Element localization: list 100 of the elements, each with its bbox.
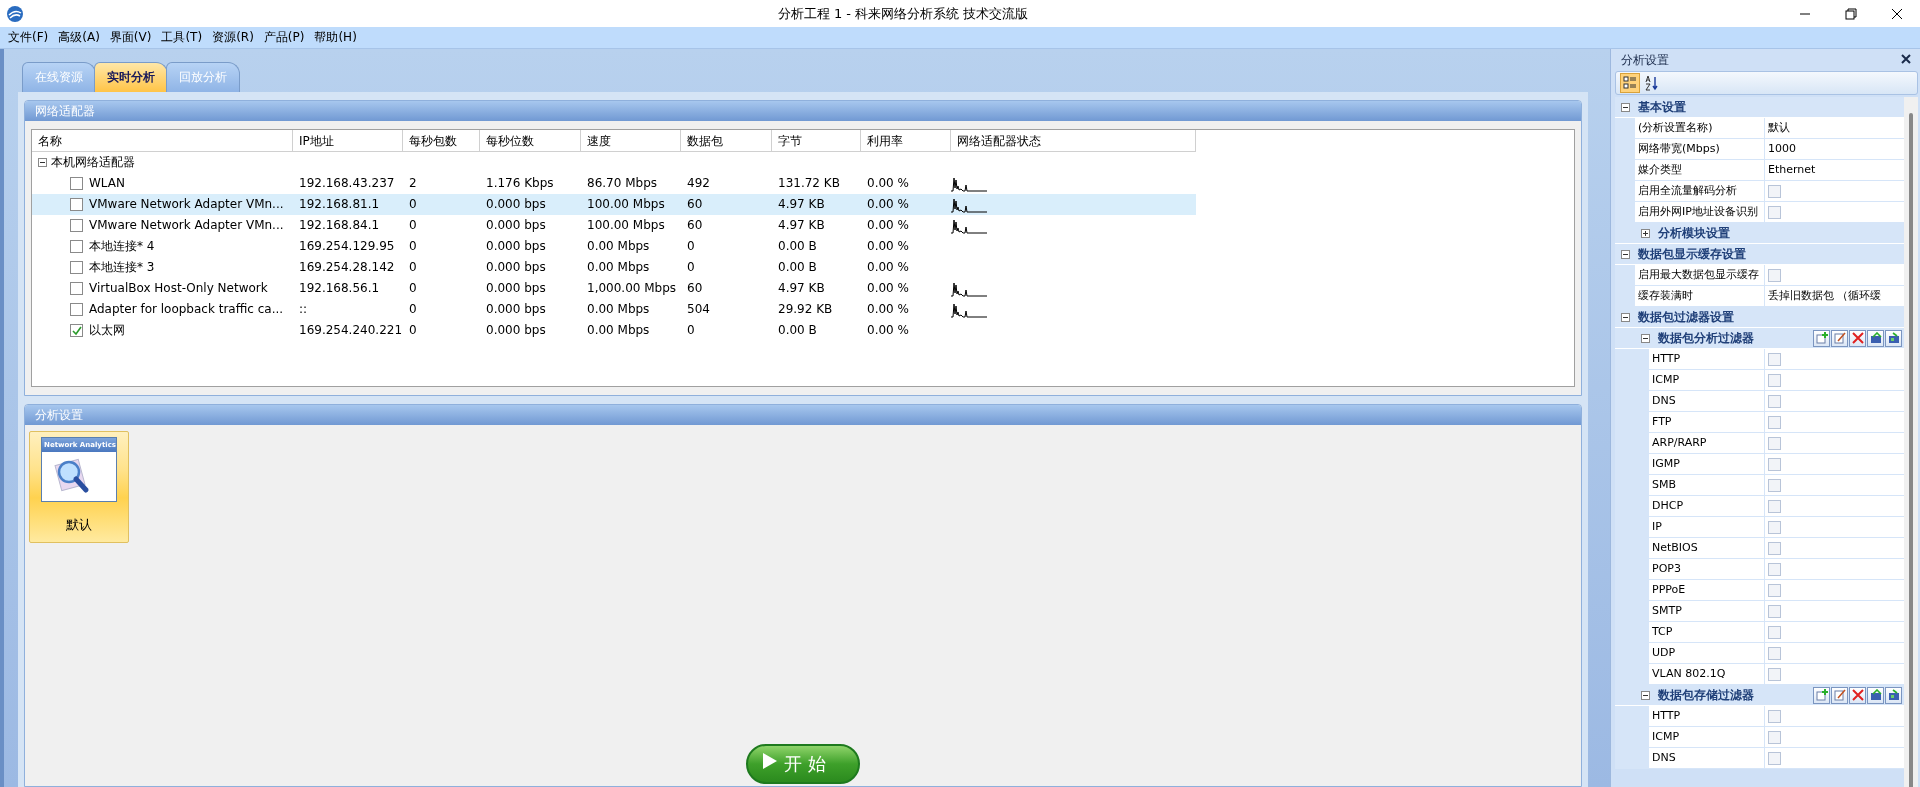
checkbox[interactable] bbox=[1768, 541, 1781, 555]
adapter-row[interactable]: VMware Network Adapter VMn... 192.168.81.1 0 0.000 bps 100.00 Mbps 60 4.97 KB 0.00 % bbox=[32, 194, 1196, 215]
property-name: SMB bbox=[1649, 475, 1765, 496]
sort-icon bbox=[1645, 75, 1659, 91]
export-icon[interactable] bbox=[1885, 686, 1902, 704]
checkbox[interactable] bbox=[1768, 394, 1781, 408]
table-cell-text: 0.00 % bbox=[866, 259, 910, 276]
import-icon[interactable] bbox=[1867, 329, 1884, 347]
column-header[interactable]: 每秒包数 bbox=[403, 130, 480, 152]
checkbox[interactable] bbox=[1768, 751, 1781, 765]
property-name: ICMP bbox=[1649, 727, 1765, 748]
checkbox[interactable] bbox=[1768, 625, 1781, 639]
checkbox[interactable] bbox=[1768, 499, 1781, 513]
table-cell-text: 0.000 bps bbox=[485, 301, 547, 318]
traffic-sparkline bbox=[951, 301, 987, 318]
collapse-icon[interactable] bbox=[1621, 249, 1630, 259]
table-cell-text: 192.168.84.1 bbox=[298, 217, 381, 234]
column-header[interactable]: 网络适配器状态 bbox=[951, 130, 1196, 152]
checkbox[interactable] bbox=[70, 219, 83, 232]
table-cell-text: 0.00 B bbox=[777, 238, 818, 255]
checkbox[interactable] bbox=[1768, 667, 1781, 681]
checkbox[interactable] bbox=[70, 198, 83, 211]
table-cell-text: 100.00 Mbps bbox=[586, 196, 666, 213]
column-header[interactable]: 字节 bbox=[772, 130, 861, 152]
menu-item[interactable]: 帮助(H) bbox=[310, 29, 361, 46]
add-icon[interactable] bbox=[1813, 686, 1830, 704]
collapse-icon[interactable] bbox=[38, 158, 47, 167]
table-cell-text: 4.97 KB bbox=[777, 280, 826, 297]
table-cell-text: 1,000.00 Mbps bbox=[586, 280, 678, 297]
checkbox[interactable] bbox=[1768, 604, 1781, 618]
checkbox[interactable] bbox=[70, 177, 83, 190]
property-name: IP bbox=[1649, 517, 1765, 538]
delete-icon[interactable] bbox=[1849, 329, 1866, 347]
property-value[interactable]: Ethernet bbox=[1765, 160, 1904, 181]
checkbox[interactable] bbox=[1768, 583, 1781, 597]
table-cell-text: 0.00 % bbox=[866, 301, 910, 318]
checkbox[interactable] bbox=[70, 240, 83, 253]
table-cell-text: 0 bbox=[686, 259, 696, 276]
checkbox[interactable] bbox=[1768, 646, 1781, 660]
table-cell-text: 60 bbox=[686, 280, 704, 297]
menu-item[interactable]: 高级(A) bbox=[54, 29, 104, 46]
menu-item[interactable]: 文件(F) bbox=[4, 29, 53, 46]
collapse-icon[interactable] bbox=[1621, 102, 1630, 112]
checkbox[interactable] bbox=[1768, 709, 1781, 723]
table-cell-text: 0.00 % bbox=[866, 322, 910, 339]
column-header[interactable]: 利用率 bbox=[861, 130, 951, 152]
collapse-icon[interactable] bbox=[1621, 312, 1630, 322]
checkbox[interactable] bbox=[70, 324, 83, 337]
tree-node-label: 本机网络适配器 bbox=[51, 154, 135, 171]
property-name: DHCP bbox=[1649, 496, 1765, 517]
property-value[interactable]: 丢掉旧数据包 （循环缓 bbox=[1765, 286, 1904, 307]
property-name: 启用外网IP地址设备识别 bbox=[1635, 202, 1765, 223]
column-header[interactable]: 数据包 bbox=[681, 130, 772, 152]
menu-item[interactable]: 工具(T) bbox=[157, 29, 207, 46]
add-icon[interactable] bbox=[1813, 329, 1830, 347]
menu-item[interactable]: 界面(V) bbox=[105, 29, 156, 46]
checkbox[interactable] bbox=[1768, 415, 1781, 429]
table-cell-text: 0 bbox=[408, 259, 418, 276]
import-icon[interactable] bbox=[1867, 686, 1884, 704]
checkbox[interactable] bbox=[1768, 520, 1781, 534]
checkbox[interactable] bbox=[1768, 730, 1781, 744]
table-cell-text: 100.00 Mbps bbox=[586, 217, 666, 234]
checkbox[interactable] bbox=[70, 303, 83, 316]
table-cell-text: 0 bbox=[408, 322, 418, 339]
delete-icon[interactable] bbox=[1849, 686, 1866, 704]
property-value[interactable]: 1000 bbox=[1765, 139, 1904, 160]
panel-title: 分析设置 bbox=[25, 405, 1581, 425]
edit-icon[interactable] bbox=[1831, 329, 1848, 347]
column-header[interactable]: IP地址 bbox=[293, 130, 403, 152]
checkbox[interactable] bbox=[1768, 457, 1781, 471]
checkbox[interactable] bbox=[70, 261, 83, 274]
checkbox[interactable] bbox=[1768, 436, 1781, 450]
column-header[interactable]: 名称 bbox=[32, 130, 293, 152]
table-cell-text: 86.70 Mbps bbox=[586, 175, 658, 192]
checkbox[interactable] bbox=[1768, 478, 1781, 492]
table-cell-text: 0.00 % bbox=[866, 175, 910, 192]
checkbox[interactable] bbox=[1768, 268, 1781, 282]
collapse-icon[interactable] bbox=[1641, 333, 1650, 343]
expand-icon[interactable] bbox=[1641, 228, 1650, 238]
collapse-icon[interactable] bbox=[1641, 690, 1650, 700]
checkbox[interactable] bbox=[70, 282, 83, 295]
adapter-name: VMware Network Adapter VMn... bbox=[89, 217, 284, 234]
edit-icon[interactable] bbox=[1831, 686, 1848, 704]
table-cell-text: 169.254.240.221 bbox=[298, 322, 403, 339]
scrollbar[interactable] bbox=[1904, 97, 1918, 787]
property-name: ICMP bbox=[1649, 370, 1765, 391]
checkbox[interactable] bbox=[1768, 352, 1781, 366]
checkbox[interactable] bbox=[1768, 562, 1781, 576]
export-icon[interactable] bbox=[1885, 329, 1902, 347]
play-icon bbox=[762, 752, 778, 770]
menu-item[interactable]: 资源(R) bbox=[208, 29, 258, 46]
checkbox[interactable] bbox=[1768, 184, 1781, 198]
menu-item[interactable]: 产品(P) bbox=[259, 29, 309, 46]
checkbox[interactable] bbox=[1768, 373, 1781, 387]
property-value[interactable]: 默认 bbox=[1765, 118, 1904, 139]
tab[interactable]: 实时分析 bbox=[94, 62, 168, 92]
column-header[interactable]: 速度 bbox=[581, 130, 681, 152]
checkbox[interactable] bbox=[1768, 205, 1781, 219]
column-header[interactable]: 每秒位数 bbox=[480, 130, 581, 152]
category-label: 基本设置 bbox=[1638, 98, 1686, 116]
